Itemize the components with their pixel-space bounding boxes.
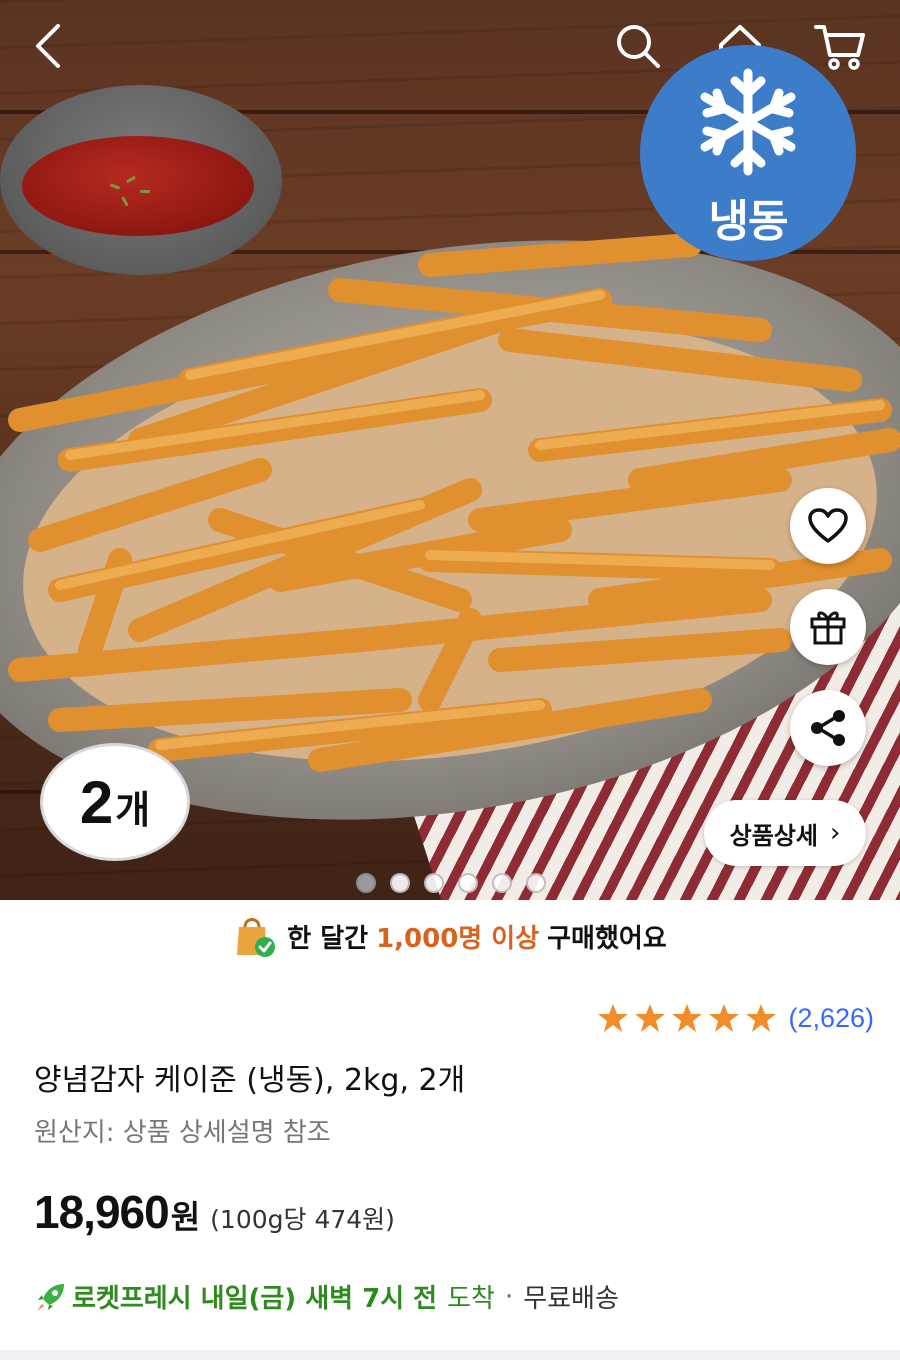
shopping-bag-check-icon — [237, 918, 276, 957]
origin-info: 원산지: 상품 상세설명 참조 — [34, 1118, 331, 1148]
arrival-label: 도착 — [447, 1284, 495, 1314]
gift-icon — [810, 611, 846, 645]
carousel-dot[interactable] — [526, 873, 546, 893]
herb-garnish — [140, 190, 150, 193]
quantity-badge: 2 개 — [40, 743, 190, 861]
share-button[interactable] — [790, 690, 866, 766]
carousel-dot[interactable] — [458, 873, 478, 893]
free-shipping: 무료배송 — [523, 1284, 619, 1314]
review-count[interactable]: (2,626) — [788, 1003, 874, 1034]
purchase-prefix: 한 달간 — [287, 923, 369, 954]
snowflake-icon — [700, 68, 796, 176]
section-divider — [0, 1350, 900, 1360]
gift-button[interactable] — [790, 589, 866, 665]
price-currency: 원 — [170, 1198, 201, 1236]
frozen-label: 냉동 — [708, 196, 789, 247]
quantity-number: 2 — [79, 769, 114, 836]
heart-icon — [808, 508, 848, 543]
product-title: 양념감자 케이준 (냉동), 2kg, 2개 — [34, 1063, 466, 1098]
carousel-dot[interactable] — [356, 873, 376, 893]
product-rating[interactable]: (2,626) — [597, 1002, 874, 1034]
cart-button[interactable] — [812, 18, 868, 74]
ketchup — [22, 136, 254, 236]
star-icon — [746, 1004, 777, 1032]
chevron-right-icon: › — [829, 818, 841, 848]
star-icon — [709, 1004, 740, 1032]
purchase-highlight: 1,000명 이상 — [376, 923, 540, 954]
search-icon — [617, 25, 660, 68]
star-icon — [598, 1004, 629, 1032]
rocket-fresh-delivery: 로켓프레시 내일(금) 새벽 7시 전 — [72, 1284, 438, 1314]
rocket-icon — [37, 1283, 64, 1311]
carousel-dot[interactable] — [424, 873, 444, 893]
search-button[interactable] — [610, 18, 666, 74]
carousel-dot[interactable] — [492, 873, 512, 893]
chevron-left-icon — [36, 24, 60, 68]
quantity-unit: 개 — [115, 788, 151, 832]
carousel-dot[interactable] — [390, 873, 410, 893]
wishlist-button[interactable] — [790, 488, 866, 564]
back-button[interactable] — [20, 18, 76, 74]
separator: · — [504, 1281, 514, 1312]
price-value: 18,960 — [34, 1186, 170, 1238]
frozen-badge: 냉동 — [640, 45, 856, 261]
unit-price: (100g당 474원) — [210, 1205, 395, 1234]
star-icon — [672, 1004, 703, 1032]
product-detail-button[interactable]: 상품상세 › — [704, 800, 866, 866]
share-icon — [811, 710, 845, 746]
delivery-info: 로켓프레시 내일(금) 새벽 7시 전 도착 · 무료배송 — [34, 1278, 619, 1315]
purchase-suffix: 구매했어요 — [547, 923, 667, 954]
price-row: 18,960 원 (100g당 474원) — [34, 1185, 395, 1239]
purchase-count-banner: 한 달간 1,000명 이상 구매했어요 — [0, 908, 900, 964]
star-icon — [635, 1004, 666, 1032]
cart-icon — [814, 25, 865, 70]
product-detail-label: 상품상세 — [729, 821, 818, 850]
carousel-indicator — [356, 873, 546, 893]
